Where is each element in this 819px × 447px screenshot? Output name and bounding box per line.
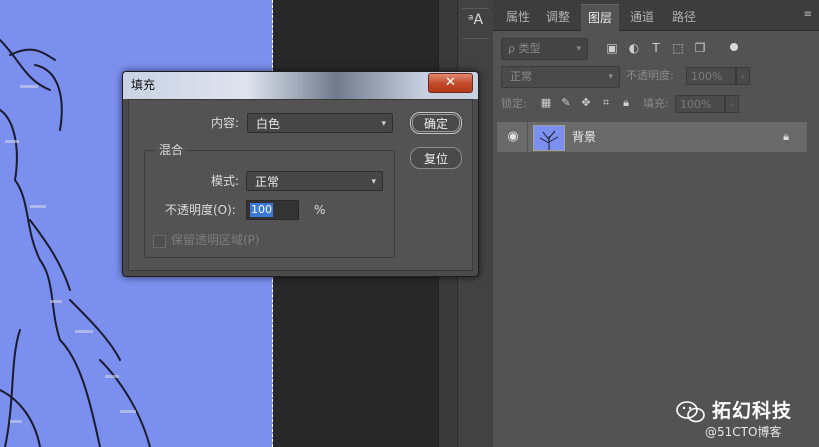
layer-row[interactable]: ◉ 背景 🔒︎ bbox=[497, 122, 807, 152]
blending-group-label: 混合 bbox=[155, 141, 188, 159]
lock-label: 锁定: bbox=[501, 97, 527, 110]
tab-adjustments[interactable]: 调整 bbox=[539, 4, 577, 30]
blend-row: 正常 ▾ 不透明度: 100% › bbox=[501, 66, 811, 88]
lock-artboard-icon[interactable]: ⌗ bbox=[599, 96, 613, 110]
lock-transparent-pixels-icon[interactable]: ▦ bbox=[539, 96, 553, 110]
blending-group: 混合 模式: 正常 ▾ 不透明度(O): 100 % 保留透明区域(P) bbox=[144, 141, 395, 258]
watermark-brand: 拓幻科技 bbox=[712, 400, 793, 422]
fill-dialog: 填充 ✕ 内容: 白色 ▾ 确定 复位 混合 模式: 正常 ▾ 不透明度(O):… bbox=[122, 71, 479, 277]
content-value: 白色 bbox=[256, 117, 281, 131]
tab-layers[interactable]: 图层 bbox=[581, 4, 619, 31]
layer-opacity-label: 不透明度: bbox=[626, 69, 674, 82]
layers-panel: 属性 调整 图层 通道 路径 ≡ ρ 类型 ▾ ▣ ◐ T ⬚ ❐ 正常 ▾ 不… bbox=[493, 0, 819, 447]
layer-thumbnail bbox=[533, 125, 565, 151]
tab-channels[interactable]: 通道 bbox=[623, 4, 661, 30]
fill-label: 填充: bbox=[643, 97, 669, 110]
lock-icon: 🔒︎ bbox=[783, 130, 789, 143]
chevron-right-icon[interactable]: › bbox=[736, 67, 750, 85]
dialog-body: 内容: 白色 ▾ 确定 复位 混合 模式: 正常 ▾ 不透明度(O): 100 … bbox=[128, 99, 473, 271]
opacity-unit: % bbox=[314, 203, 326, 217]
dialog-title: 填充 bbox=[131, 78, 156, 92]
thumbnail-tree-image bbox=[539, 130, 559, 150]
layer-filter-select[interactable]: ρ 类型 ▾ bbox=[501, 38, 588, 60]
mode-value: 正常 bbox=[255, 175, 280, 189]
watermark-source: @51CTO博客 bbox=[705, 425, 782, 439]
opacity-label: 不透明度(O): bbox=[165, 203, 236, 217]
chevron-down-icon: ▾ bbox=[381, 119, 386, 129]
opacity-value: 100 bbox=[250, 203, 273, 217]
chevron-down-icon: ▾ bbox=[371, 177, 376, 187]
close-button[interactable]: ✕ bbox=[428, 73, 473, 93]
dialog-titlebar[interactable]: 填充 ✕ bbox=[123, 72, 478, 99]
adjustment-filter-icon[interactable]: ◐ bbox=[626, 40, 642, 56]
pixel-filter-icon[interactable]: ▣ bbox=[604, 40, 620, 56]
blend-mode-select[interactable]: 正常 ▾ bbox=[501, 66, 620, 88]
character-panel-icon[interactable]: ᵃA bbox=[458, 12, 493, 28]
smart-object-filter-icon[interactable]: ❐ bbox=[692, 40, 708, 56]
shape-filter-icon[interactable]: ⬚ bbox=[670, 40, 686, 56]
chevron-down-icon: ▾ bbox=[576, 44, 581, 54]
strip-divider bbox=[462, 38, 489, 39]
content-label: 内容: bbox=[211, 116, 240, 130]
mode-select[interactable]: 正常 ▾ bbox=[246, 171, 383, 191]
eye-icon[interactable]: ◉ bbox=[505, 129, 521, 145]
lock-image-pixels-icon[interactable]: ✎ bbox=[559, 96, 573, 110]
layer-opacity-input[interactable]: 100% bbox=[686, 67, 736, 85]
filter-toggle-icon[interactable] bbox=[730, 43, 738, 51]
layer-filter-row: ρ 类型 ▾ ▣ ◐ T ⬚ ❐ bbox=[501, 38, 811, 60]
tab-paths[interactable]: 路径 bbox=[665, 4, 703, 30]
fill-input[interactable]: 100% bbox=[675, 95, 725, 113]
lock-row: 锁定: ▦ ✎ ✥ ⌗ 🔒︎ 填充: 100% › bbox=[501, 94, 811, 114]
content-select[interactable]: 白色 ▾ bbox=[247, 113, 393, 133]
strip-divider bbox=[462, 8, 489, 9]
opacity-input[interactable]: 100 bbox=[246, 200, 299, 220]
tab-properties[interactable]: 属性 bbox=[499, 4, 537, 30]
chevron-down-icon: ▾ bbox=[608, 72, 613, 82]
layer-divider bbox=[527, 122, 528, 152]
watermark: 拓幻科技 @51CTO博客 bbox=[676, 396, 816, 444]
reset-button[interactable]: 复位 bbox=[410, 147, 462, 169]
blend-mode-value: 正常 bbox=[510, 70, 532, 83]
preserve-transparency-checkbox[interactable] bbox=[153, 235, 166, 248]
wechat-logo-icon bbox=[676, 401, 705, 423]
mode-label: 模式: bbox=[211, 174, 240, 188]
ok-button[interactable]: 确定 bbox=[410, 112, 462, 134]
lock-all-icon[interactable]: 🔒︎ bbox=[619, 96, 633, 110]
lock-position-icon[interactable]: ✥ bbox=[579, 96, 593, 110]
chevron-right-icon[interactable]: › bbox=[725, 95, 739, 113]
filter-label: ρ 类型 bbox=[508, 42, 541, 55]
preserve-transparency-label: 保留透明区域(P) bbox=[171, 233, 260, 247]
panel-menu-icon[interactable]: ≡ bbox=[804, 9, 812, 20]
panel-tab-bar: 属性 调整 图层 通道 路径 ≡ bbox=[493, 0, 819, 31]
type-filter-icon[interactable]: T bbox=[648, 40, 664, 56]
layer-name[interactable]: 背景 bbox=[572, 122, 596, 152]
